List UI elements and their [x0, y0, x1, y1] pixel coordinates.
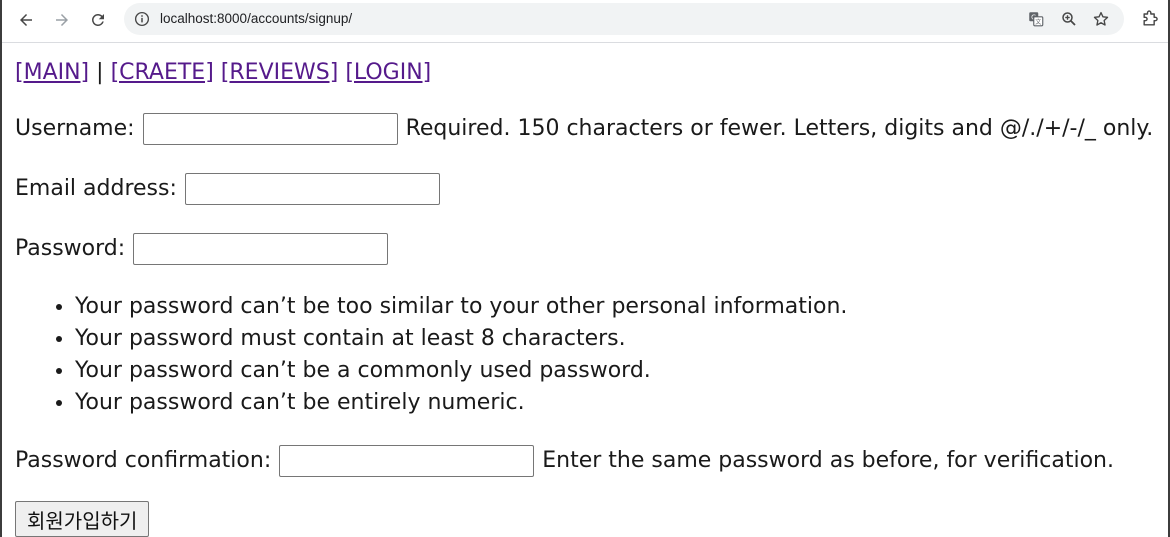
reload-icon — [91, 13, 104, 26]
nav-link-reviews[interactable]: [REVIEWS] — [221, 60, 339, 85]
nav-link-create[interactable]: [CRAETE] — [111, 60, 214, 85]
browser-window: localhost:8000/accounts/signup/ G 文 — [0, 0, 1170, 537]
reload-button[interactable] — [85, 7, 111, 33]
svg-text:文: 文 — [1035, 18, 1041, 26]
arrow-left-icon — [20, 14, 32, 26]
top-nav: [MAIN] | [CRAETE] [REVIEWS] [LOGIN] — [15, 58, 431, 88]
username-label: Username: — [15, 116, 135, 141]
star-icon[interactable] — [1092, 10, 1110, 28]
password-row: Password: — [15, 233, 396, 265]
arrow-right-icon — [56, 14, 68, 26]
username-row: Username: Required. 150 characters or fe… — [15, 113, 1153, 145]
password-rule: Your password can’t be too similar to yo… — [75, 291, 847, 323]
url-text[interactable]: localhost:8000/accounts/signup/ — [160, 3, 352, 35]
nav-separator: | — [96, 60, 104, 85]
password-confirmation-row: Password confirmation: Enter the same pa… — [15, 445, 1114, 477]
browser-toolbar: localhost:8000/accounts/signup/ G 文 — [2, 0, 1168, 43]
email-input[interactable] — [184, 173, 440, 205]
puzzle-icon[interactable] — [1140, 9, 1160, 29]
info-icon[interactable] — [133, 10, 151, 28]
address-bar[interactable]: localhost:8000/accounts/signup/ G 文 — [124, 3, 1124, 35]
password-confirmation-help-text: Enter the same password as before, for v… — [542, 448, 1114, 473]
email-label: Email address: — [15, 176, 177, 201]
nav-link-login[interactable]: [LOGIN] — [345, 60, 431, 85]
password-confirmation-label: Password confirmation: — [15, 448, 272, 473]
password-rule: Your password must contain at least 8 ch… — [75, 323, 847, 355]
password-confirmation-input[interactable] — [279, 445, 535, 477]
password-rule: Your password can’t be a commonly used p… — [75, 355, 847, 387]
password-input[interactable] — [133, 233, 389, 265]
email-row: Email address: — [15, 173, 448, 205]
password-rules-list: Your password can’t be too similar to yo… — [15, 291, 847, 419]
password-label: Password: — [15, 236, 126, 261]
nav-link-main[interactable]: [MAIN] — [15, 60, 89, 85]
forward-button[interactable] — [49, 7, 75, 33]
username-input[interactable] — [142, 113, 398, 145]
back-button[interactable] — [13, 7, 39, 33]
signup-submit-button[interactable]: 회원가입하기 — [15, 501, 150, 537]
password-rule: Your password can’t be entirely numeric. — [75, 387, 847, 419]
translate-icon[interactable]: G 文 — [1027, 10, 1045, 28]
zoom-icon[interactable] — [1060, 10, 1078, 28]
username-help-text: Required. 150 characters or fewer. Lette… — [405, 116, 1154, 141]
